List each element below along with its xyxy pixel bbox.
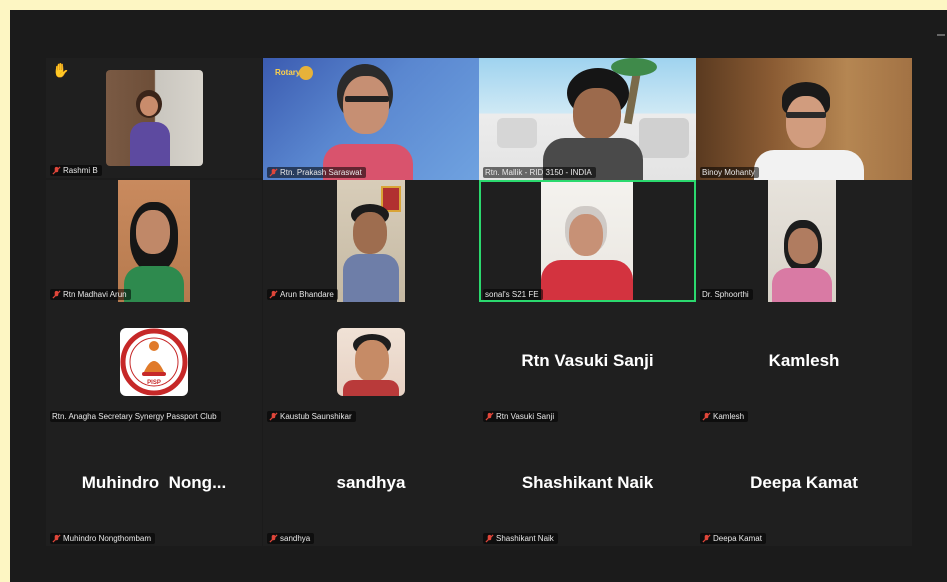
- muted-mic-icon: [52, 534, 61, 543]
- participant-name-tag: Dr. Sphoorthi: [700, 289, 753, 300]
- participant-name-tag: Kaustub Saunshikar: [267, 411, 356, 422]
- participant-avatar: PISP: [120, 328, 188, 396]
- scroll-indicator[interactable]: [937, 34, 945, 36]
- muted-mic-icon: [269, 168, 278, 177]
- participant-name-tag: Kamlesh: [700, 411, 749, 422]
- muted-mic-icon: [269, 534, 278, 543]
- participant-video: [768, 180, 836, 302]
- participant-avatar: [337, 328, 405, 396]
- participant-name-tag: sonal's S21 FE: [483, 289, 543, 300]
- muted-mic-icon: [52, 290, 61, 299]
- participant-name-tag: Rtn. Mallik - RID 3150 - INDIA: [483, 167, 596, 178]
- raised-hand-icon: ✋: [52, 62, 70, 78]
- participant-tile-prakash[interactable]: Rotary Rtn. Prakash Saraswat: [263, 58, 479, 180]
- participant-name-tag: Rtn. Anagha Secretary Synergy Passport C…: [50, 411, 221, 422]
- participant-tile-arun[interactable]: Arun Bhandare: [263, 180, 479, 302]
- participant-video: [479, 58, 696, 180]
- participant-display-name: Kamlesh: [768, 351, 840, 370]
- participant-tile-sonal[interactable]: sonal's S21 FE: [479, 180, 696, 302]
- participant-name-tag: Rtn Madhavi Arun: [50, 289, 131, 300]
- muted-mic-icon: [702, 412, 711, 421]
- participant-tile-binoy[interactable]: Binoy Mohanty: [696, 58, 912, 180]
- participant-name-tag: sandhya: [267, 533, 315, 544]
- participant-tile-anagha[interactable]: PISP Rtn. Anagha Secretary Synergy Passp…: [46, 302, 262, 424]
- participant-tile-rashmi[interactable]: ✋ Rashmi B: [46, 58, 262, 178]
- participant-display-name: sandhya: [336, 473, 406, 492]
- participant-tile-madhavi[interactable]: Rtn Madhavi Arun: [46, 180, 262, 302]
- participant-tile-vasuki[interactable]: Rtn Vasuki Sanji Rtn Vasuki Sanji: [479, 302, 696, 424]
- participant-tile-kamlesh[interactable]: Kamlesh Kamlesh: [696, 302, 912, 424]
- participant-tile-shashikant[interactable]: Shashikant Naik Shashikant Naik: [479, 424, 696, 546]
- participant-tile-deepa[interactable]: Deepa Kamat Deepa Kamat: [696, 424, 912, 546]
- participant-name-tag: Rtn Vasuki Sanji: [483, 411, 559, 422]
- muted-mic-icon: [269, 290, 278, 299]
- participant-tile-mallik[interactable]: Rtn. Mallik - RID 3150 - INDIA: [479, 58, 696, 180]
- participant-name-tag: Arun Bhandare: [267, 289, 338, 300]
- participant-tile-sphoorthi[interactable]: Dr. Sphoorthi: [696, 180, 912, 302]
- participant-name-tag: Binoy Mohanty: [700, 167, 759, 178]
- participant-display-name: Deepa Kamat: [750, 473, 858, 492]
- participant-tile-muhindro[interactable]: Muhindro Nong... Muhindro Nongthombam: [46, 424, 262, 546]
- participant-video: [541, 182, 633, 300]
- participant-name-tag: Rashmi B: [50, 165, 102, 176]
- participant-tile-kaustub[interactable]: Kaustub Saunshikar: [263, 302, 479, 424]
- muted-mic-icon: [485, 412, 494, 421]
- participant-video: [337, 180, 405, 302]
- participant-video: Rotary: [263, 58, 479, 180]
- participant-video: [696, 58, 912, 180]
- muted-mic-icon: [485, 534, 494, 543]
- muted-mic-icon: [702, 534, 711, 543]
- muted-mic-icon: [269, 412, 278, 421]
- participant-video: [118, 180, 190, 302]
- participant-name-tag: Deepa Kamat: [700, 533, 766, 544]
- participant-name-tag: Shashikant Naik: [483, 533, 558, 544]
- club-logo-text: PISP: [147, 380, 161, 386]
- participant-tile-sandhya[interactable]: sandhya sandhya: [263, 424, 479, 546]
- participant-display-name: Rtn Vasuki Sanji: [521, 351, 654, 370]
- muted-mic-icon: [52, 166, 61, 175]
- gallery-view: ✋ Rashmi B Rotary Rtn. Prakash Saraswat: [10, 10, 947, 582]
- participant-name-tag: Muhindro Nongthombam: [50, 533, 156, 544]
- participant-display-name: Muhindro Nong...: [81, 473, 227, 492]
- participant-name-tag: Rtn. Prakash Saraswat: [267, 167, 366, 178]
- participant-video: [106, 70, 203, 166]
- participant-display-name: Shashikant Naik: [521, 473, 654, 492]
